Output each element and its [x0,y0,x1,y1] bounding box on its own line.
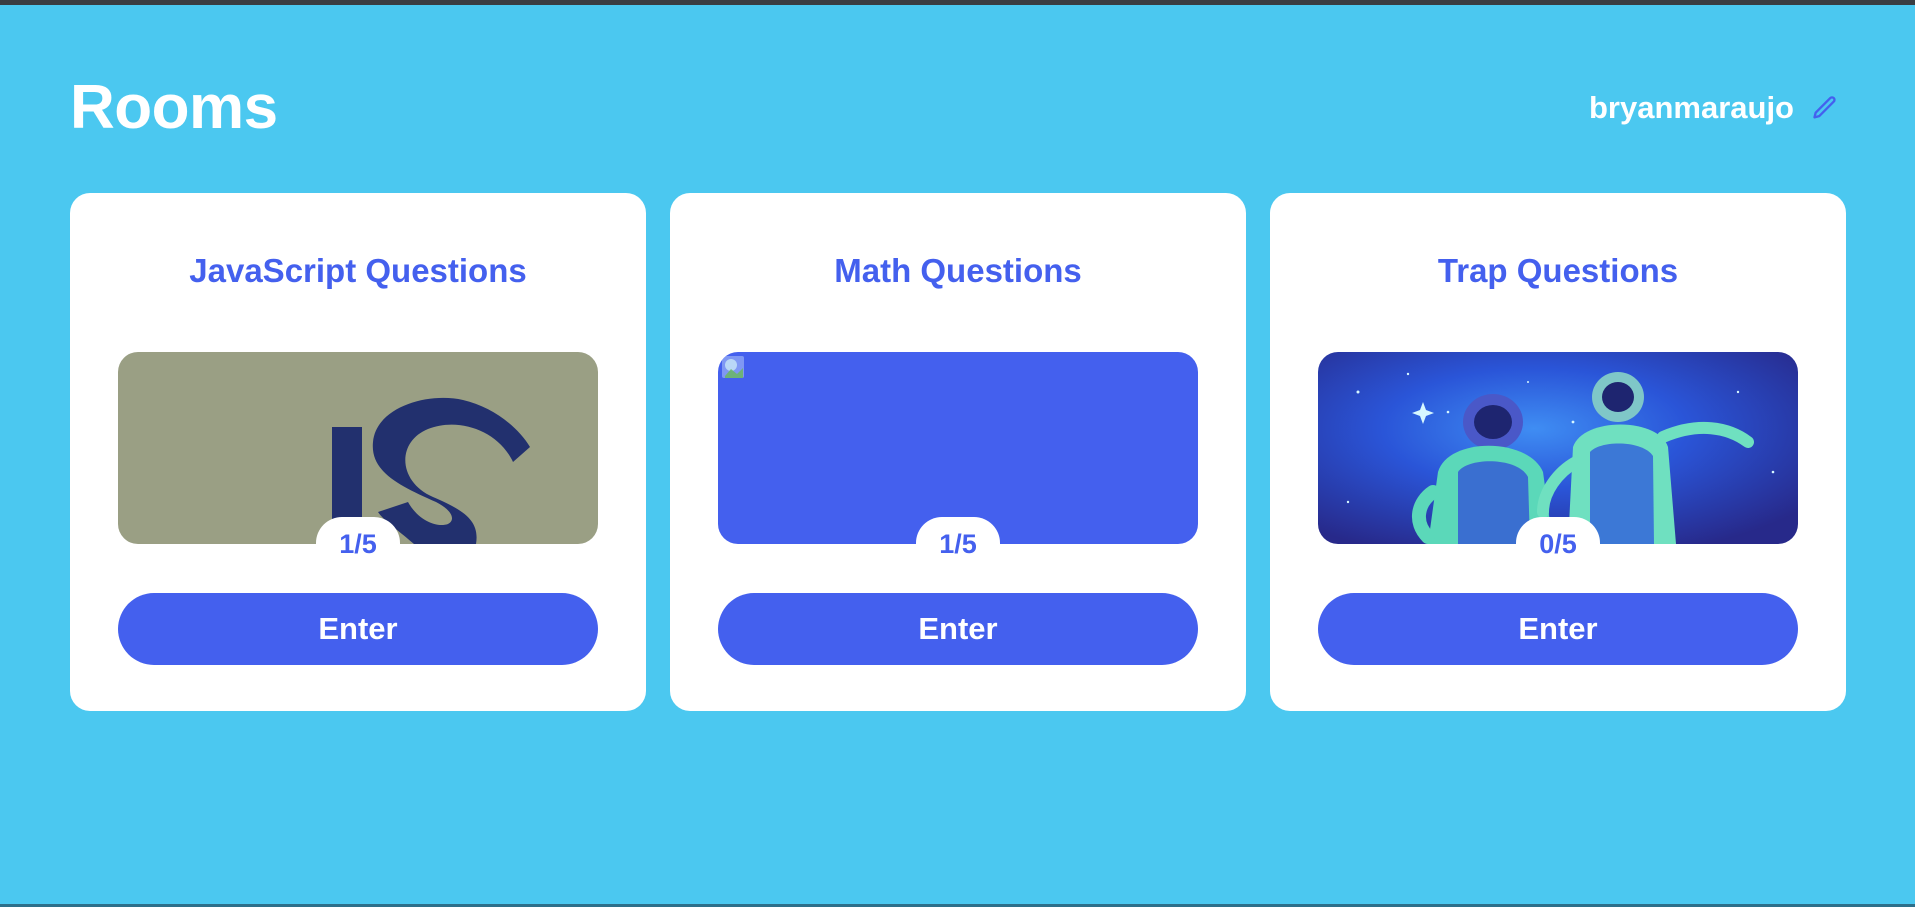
window-top-bar [0,0,1915,5]
enter-button[interactable]: Enter [118,593,598,665]
room-title: JavaScript Questions [189,252,527,289]
room-image-javascript [118,352,598,544]
enter-button[interactable]: Enter [718,593,1198,665]
progress-badge: 0/5 [1516,517,1600,569]
room-card-javascript: JavaScript Questions 1/5 Enter [70,193,646,711]
edit-username-button[interactable] [1810,93,1840,123]
rooms-list: JavaScript Questions 1/5 Enter Math Ques… [70,193,1846,711]
room-title: Trap Questions [1437,252,1679,289]
room-image-math [718,352,1198,544]
progress-badge: 1/5 [316,517,400,569]
room-image-trap [1318,352,1798,544]
page-title: Rooms [70,73,278,142]
enter-button[interactable]: Enter [1318,593,1798,665]
progress-badge: 1/5 [916,517,1000,569]
user-area: bryanmaraujo [1589,88,1840,128]
room-title: Math Questions [834,252,1082,289]
broken-image-icon [722,356,744,378]
username: bryanmaraujo [1588,90,1794,125]
room-card-trap: Trap Questions 0/5 Enter [1270,193,1846,711]
pencil-icon [1813,96,1836,119]
room-card-math: Math Questions 1/5 Enter [670,193,1246,711]
